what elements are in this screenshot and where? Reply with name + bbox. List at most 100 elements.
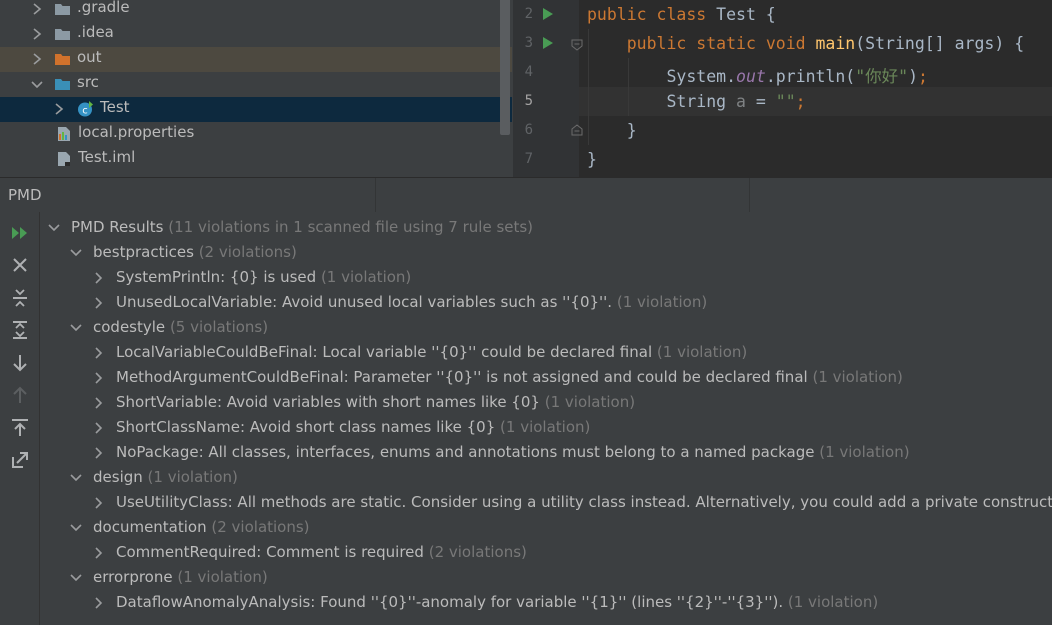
excluded-folder-icon — [55, 54, 70, 65]
rule-label: ShortClassName: Avoid short class names … — [116, 418, 496, 436]
rule-count: (1 violation) — [656, 343, 748, 361]
chevron-down-icon[interactable] — [70, 572, 82, 584]
chevron-right-icon[interactable] — [52, 101, 66, 117]
chevron-down-icon[interactable] — [48, 222, 60, 234]
rule-label: NoPackage: All classes, interfaces, enum… — [116, 443, 815, 461]
tree-item-src[interactable]: src — [0, 72, 512, 97]
properties-file-icon — [58, 127, 70, 141]
tool-window-title: PMD — [8, 186, 42, 204]
rule-label: LocalVariableCouldBeFinal: Local variabl… — [116, 343, 653, 361]
line-number: 5 — [524, 93, 533, 109]
tree-item-label: out — [77, 48, 102, 66]
tree-item-label: local.properties — [78, 123, 195, 141]
rule-label: UnusedLocalVariable: Avoid unused local … — [116, 293, 613, 311]
chevron-down-icon[interactable] — [70, 322, 82, 334]
expand-all-icon[interactable] — [9, 319, 31, 341]
java-class-icon: c — [78, 101, 93, 117]
chevron-down-icon[interactable] — [70, 522, 82, 534]
fold-icon[interactable] — [571, 39, 583, 51]
line-number: 4 — [524, 64, 533, 80]
rule-count: (1 violation) — [616, 293, 708, 311]
rule-label: ShortVariable: Avoid variables with shor… — [116, 393, 540, 411]
pmd-results-tree: PMD Results (11 violations in 1 scanned … — [40, 212, 1052, 625]
tree-item-label: .idea — [77, 23, 114, 41]
chevron-right-icon[interactable] — [93, 397, 105, 409]
tree-item-label: Test.iml — [78, 148, 136, 166]
chevron-right-icon[interactable] — [93, 372, 105, 384]
iml-file-icon — [58, 152, 70, 166]
rerun-icon[interactable] — [9, 222, 31, 244]
rule-count: (2 violations) — [428, 543, 527, 561]
chevron-down-icon[interactable] — [70, 247, 82, 259]
code-line: public class Test { — [587, 5, 776, 24]
group-name: codestyle — [93, 318, 166, 336]
chevron-right-icon[interactable] — [93, 347, 105, 359]
group-count: (1 violation) — [177, 568, 268, 586]
tree-item-out[interactable]: out — [0, 47, 512, 72]
code-line: System.out.println("你好"); — [587, 67, 928, 86]
run-icon[interactable] — [542, 7, 554, 21]
unfold-icon[interactable] — [571, 124, 583, 136]
chevron-right-icon[interactable] — [93, 447, 105, 459]
pmd-toolbar — [0, 212, 40, 625]
line-number: 3 — [524, 35, 533, 51]
rule-count: (1 violation) — [544, 393, 636, 411]
tree-item-test-iml[interactable]: Test.iml — [0, 147, 512, 172]
rule-count: (1 violation) — [812, 368, 903, 386]
previous-icon[interactable] — [9, 384, 31, 406]
tree-scrollbar[interactable] — [500, 0, 510, 135]
code-line: } — [587, 121, 637, 140]
group-name: bestpractices — [93, 243, 194, 261]
rule-label: DataflowAnomalyAnalysis: Found ''{0}''-a… — [116, 593, 784, 611]
project-tree: .gradle .idea out src c Test local.prope… — [0, 0, 512, 177]
chevron-right-icon[interactable] — [93, 597, 105, 609]
chevron-down-icon[interactable] — [70, 472, 82, 484]
chevron-right-icon[interactable] — [93, 422, 105, 434]
group-name: errorprone — [93, 568, 173, 586]
rule-label: CommentRequired: Comment is required — [116, 543, 424, 561]
rule-label: MethodArgumentCouldBeFinal: Parameter ''… — [116, 368, 808, 386]
chevron-right-icon[interactable] — [30, 26, 44, 42]
chevron-down-icon[interactable] — [30, 76, 44, 92]
run-icon[interactable] — [542, 36, 554, 50]
results-root-count: (11 violations in 1 scanned file using 7… — [168, 218, 534, 236]
group-count: (5 violations) — [169, 318, 269, 336]
group-count: (2 violations) — [198, 243, 297, 261]
rule-count: (1 violation) — [320, 268, 412, 286]
line-number: 7 — [524, 151, 533, 167]
rule-count: (1 violation) — [500, 418, 591, 436]
header-divider — [375, 178, 376, 212]
tree-item-label: .gradle — [77, 0, 130, 16]
tree-item-label: src — [77, 73, 99, 91]
collapse-all-icon[interactable] — [9, 287, 31, 309]
tree-item-test-class[interactable]: c Test — [0, 97, 512, 122]
chevron-right-icon[interactable] — [93, 547, 105, 559]
rule-count: (1 violation) — [819, 443, 910, 461]
close-icon[interactable] — [9, 254, 31, 276]
tree-item-gradle[interactable]: .gradle — [0, 0, 512, 22]
tool-window-header: PMD — [0, 177, 1052, 213]
results-root-label: PMD Results — [71, 218, 164, 236]
chevron-right-icon[interactable] — [93, 297, 105, 309]
header-divider — [749, 178, 750, 212]
rule-count: (1 violation) — [787, 593, 879, 611]
code-line: } — [587, 150, 597, 169]
code-editor[interactable]: 2 3 4 5 6 7 public class Test { public s… — [513, 0, 1052, 177]
line-number: 2 — [524, 6, 533, 22]
tree-item-local-properties[interactable]: local.properties — [0, 122, 512, 147]
chevron-right-icon[interactable] — [93, 272, 105, 284]
code-line: String a = ""; — [587, 92, 806, 111]
export-icon[interactable] — [9, 417, 31, 439]
folder-icon — [55, 29, 70, 40]
tree-item-idea[interactable]: .idea — [0, 22, 512, 47]
svg-text:c: c — [82, 106, 88, 117]
next-icon[interactable] — [9, 352, 31, 374]
autoscroll-icon[interactable] — [9, 449, 31, 471]
line-number: 6 — [524, 122, 533, 138]
chevron-right-icon[interactable] — [30, 51, 44, 67]
chevron-right-icon[interactable] — [30, 1, 44, 17]
source-folder-icon — [55, 79, 70, 90]
chevron-right-icon[interactable] — [93, 497, 105, 509]
tree-item-label: Test — [100, 98, 130, 116]
folder-icon — [55, 4, 70, 15]
